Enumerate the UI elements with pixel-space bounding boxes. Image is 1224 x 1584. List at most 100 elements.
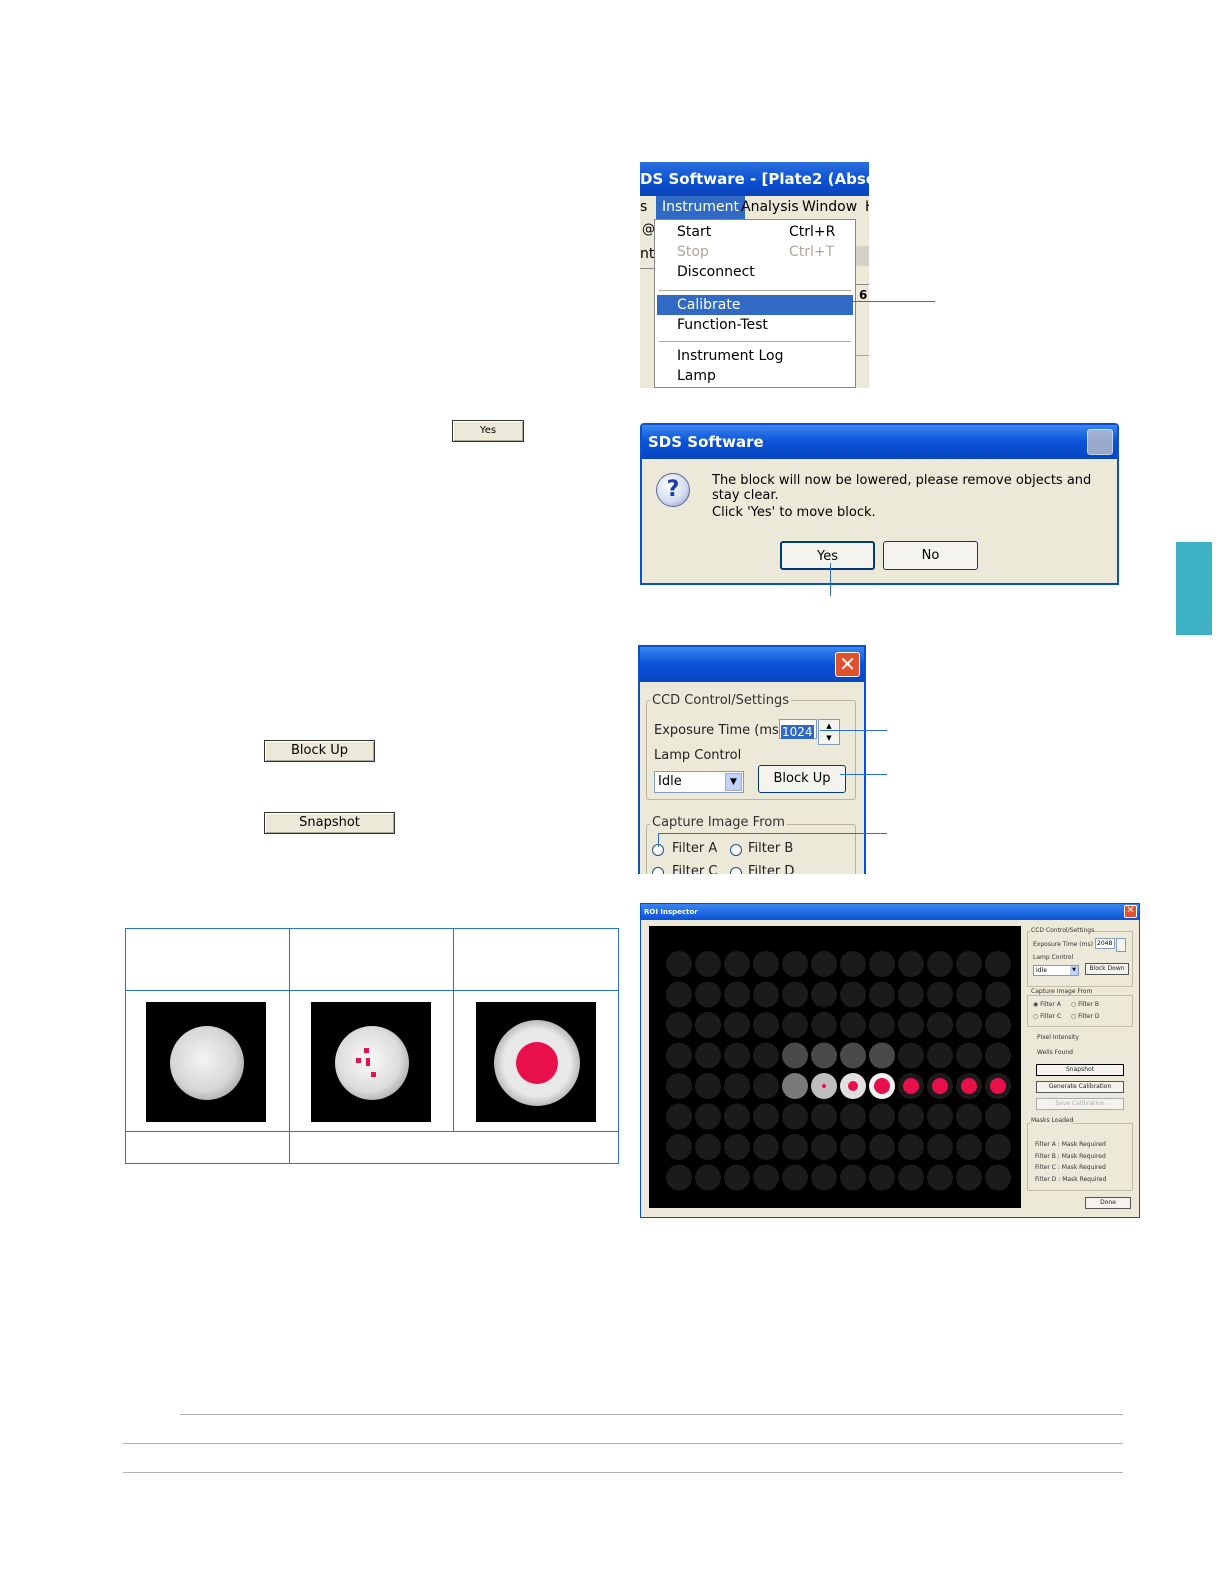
plate-well bbox=[927, 1134, 953, 1160]
chevron-down-icon: ▼ bbox=[1070, 966, 1078, 975]
plate-well bbox=[956, 1012, 982, 1038]
plate-well bbox=[898, 1103, 924, 1130]
roi-block-down-button[interactable]: Block Down bbox=[1085, 963, 1129, 975]
instrument-menu-screenshot: DS Software - [Plate2 (Absolute s Instru… bbox=[640, 162, 869, 388]
plate-well bbox=[666, 1073, 692, 1099]
roi-filter-c[interactable]: ○ Filter C bbox=[1033, 1013, 1061, 1020]
well-image-unsaturated bbox=[146, 1002, 266, 1122]
exposure-label: Exposure Time (ms) bbox=[654, 723, 784, 738]
plate-well bbox=[782, 1012, 808, 1038]
plate-well bbox=[985, 1164, 1011, 1191]
footer-rule-2 bbox=[123, 1443, 1123, 1444]
roi-masks-label: Masks Loaded bbox=[1031, 1117, 1074, 1124]
plate-well bbox=[840, 981, 866, 1008]
plate-well bbox=[782, 1073, 808, 1099]
plate-well bbox=[695, 951, 721, 977]
footer-rule-3 bbox=[123, 1472, 1123, 1473]
plate-well bbox=[782, 1134, 808, 1160]
menu-analysis[interactable]: Analysis bbox=[741, 196, 799, 219]
plate-well bbox=[927, 1042, 953, 1069]
callout-line-exposure bbox=[820, 730, 887, 731]
block-up-button[interactable]: Block Up bbox=[758, 765, 846, 793]
plate-well bbox=[869, 1042, 895, 1069]
plate-well bbox=[927, 981, 953, 1008]
menu-item-calibrate[interactable]: Calibrate bbox=[657, 295, 853, 315]
lamp-control-select[interactable]: Idle ▼ bbox=[654, 771, 744, 793]
menu-window[interactable]: Window bbox=[802, 196, 857, 219]
plate-well bbox=[724, 951, 750, 977]
saturated-pixels bbox=[932, 1078, 948, 1094]
filter-b-radio[interactable] bbox=[730, 844, 742, 856]
roi-snapshot-button[interactable]: Snapshot bbox=[1036, 1064, 1124, 1076]
plate-well bbox=[753, 1042, 779, 1069]
stop-label: Stop bbox=[677, 244, 709, 260]
menu-item-instrument-log[interactable]: Instrument Log bbox=[655, 346, 855, 366]
filter-d-radio[interactable] bbox=[730, 867, 742, 874]
ccd-control-dialog: ✕ CCD Control/Settings Exposure Time (ms… bbox=[638, 645, 866, 874]
callout-line-calibrate bbox=[853, 301, 935, 302]
plate-well bbox=[753, 1134, 779, 1160]
saturated-pixels bbox=[822, 1084, 826, 1088]
plate-well bbox=[695, 1073, 721, 1099]
roi-exposure-value: 2048 bbox=[1097, 940, 1113, 947]
instrument-dropdown: Start Ctrl+R Stop Ctrl+T Disconnect Cali… bbox=[654, 219, 856, 388]
menu-help-cut[interactable]: H bbox=[865, 196, 869, 219]
plate-well bbox=[985, 1134, 1011, 1160]
close-icon[interactable] bbox=[1087, 429, 1113, 455]
plate-well bbox=[898, 1042, 924, 1069]
plate-well bbox=[869, 981, 895, 1008]
ccd-settings-label: CCD Control/Settings bbox=[650, 693, 791, 708]
roi-filter-b-label: Filter B bbox=[1078, 1001, 1100, 1008]
saturation-table bbox=[125, 928, 619, 1164]
plate-well bbox=[985, 1042, 1011, 1069]
menu-bar: s Instrument Analysis Window H bbox=[640, 196, 869, 219]
plate-well bbox=[956, 1134, 982, 1160]
roi-inspector-window: ROI Inspector ✕ CCD Control/Settings Exp… bbox=[640, 903, 1140, 1218]
roi-exposure-stepper[interactable] bbox=[1116, 938, 1126, 952]
plate-well bbox=[811, 981, 837, 1008]
roi-filter-b[interactable]: ○ Filter B bbox=[1071, 1001, 1099, 1008]
roi-filter-a[interactable]: ◉ Filter A bbox=[1033, 1001, 1061, 1008]
plate-well bbox=[724, 1103, 750, 1130]
exposure-stepper[interactable]: ▲ ▼ bbox=[818, 719, 840, 745]
plate-well bbox=[724, 1134, 750, 1160]
no-button[interactable]: No bbox=[883, 541, 978, 570]
stop-shortcut: Ctrl+T bbox=[789, 244, 835, 260]
close-icon[interactable]: ✕ bbox=[835, 652, 860, 677]
menu-item-start[interactable]: Start Ctrl+R bbox=[655, 222, 855, 242]
roi-title: ROI Inspector bbox=[641, 904, 1139, 920]
plate-well bbox=[695, 1042, 721, 1069]
menu-item-lamp-status[interactable]: Lamp Status/Replacement bbox=[655, 366, 855, 386]
menu-instrument[interactable]: Instrument bbox=[656, 196, 746, 219]
roi-wells-found-label: Wells Found bbox=[1037, 1049, 1073, 1056]
menu-item-function-test[interactable]: Function-Test bbox=[655, 315, 855, 335]
plate-well bbox=[985, 1012, 1011, 1038]
section-tab bbox=[1176, 542, 1212, 635]
block-up-button-inline: Block Up bbox=[264, 740, 375, 762]
table-footer-1 bbox=[125, 1131, 290, 1164]
menu-item-disconnect[interactable]: Disconnect bbox=[655, 262, 855, 282]
question-icon: ? bbox=[656, 473, 690, 507]
roi-lamp-select[interactable]: Idle ▼ bbox=[1033, 965, 1079, 976]
roi-generate-calibration-button[interactable]: Generate Calibration bbox=[1036, 1081, 1124, 1093]
capture-image-label: Capture Image From bbox=[650, 815, 787, 830]
plate-well bbox=[869, 1164, 895, 1191]
plate-well bbox=[927, 1103, 953, 1130]
plate-well bbox=[753, 951, 779, 977]
plate-well bbox=[840, 1164, 866, 1191]
plate-well bbox=[927, 1012, 953, 1038]
close-icon[interactable]: ✕ bbox=[1124, 905, 1137, 918]
roi-exposure-input[interactable]: 2048 bbox=[1095, 938, 1115, 949]
exposure-input[interactable]: 1024 bbox=[779, 719, 817, 739]
move-block-dialog: SDS Software ? The block will now be low… bbox=[640, 423, 1119, 585]
column-fragment: 6 bbox=[859, 288, 868, 302]
roi-done-button[interactable]: Done bbox=[1085, 1197, 1131, 1209]
well-image-partial-saturation bbox=[311, 1002, 431, 1122]
plate-well bbox=[840, 1012, 866, 1038]
filter-a-label: Filter A bbox=[672, 841, 718, 856]
roi-filter-d[interactable]: ○ Filter D bbox=[1071, 1013, 1100, 1020]
plate-well bbox=[898, 1134, 924, 1160]
filter-c-radio[interactable] bbox=[652, 867, 664, 874]
plate-well bbox=[753, 1073, 779, 1099]
yes-button[interactable]: Yes bbox=[780, 541, 875, 570]
